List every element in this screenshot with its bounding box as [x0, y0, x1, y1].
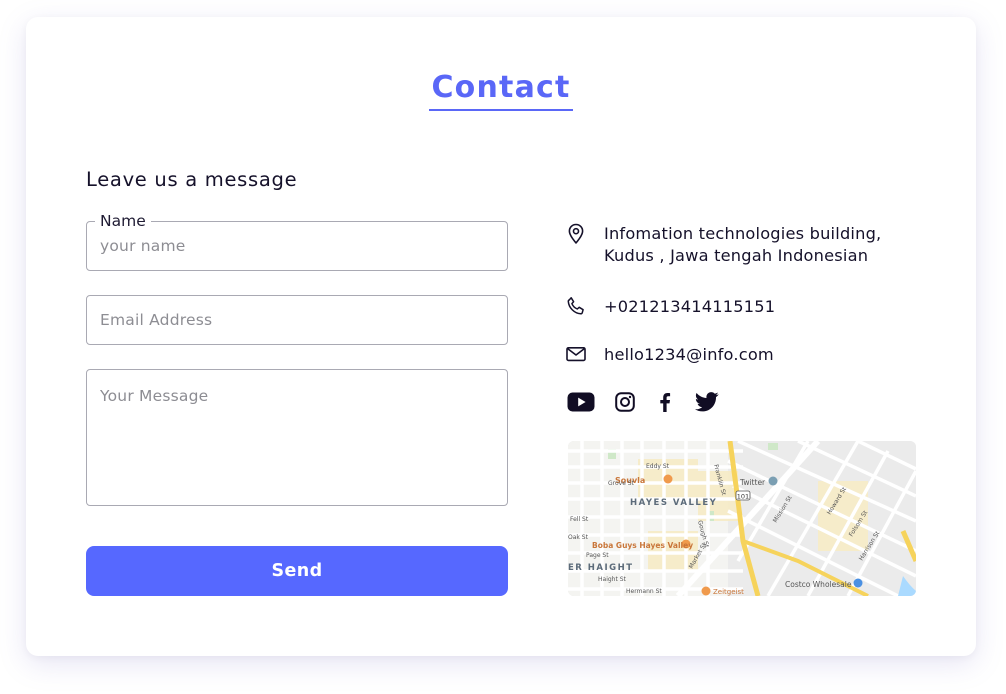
map-label-boba: Boba Guys Hayes Valley: [592, 541, 693, 550]
map-label-haight-st: Haight St: [598, 576, 627, 583]
map-label-twitter: Twitter: [739, 478, 766, 487]
location-map[interactable]: 101 Souvla HAYES VALLEY ER HAIGHT Boba G…: [568, 441, 916, 596]
address-line-1: Infomation technologies building,: [604, 224, 882, 243]
map-label-hermann: Hermann St: [626, 588, 662, 595]
map-label-grove: Grove St: [608, 480, 635, 487]
phone-icon: [566, 296, 586, 316]
map-label-oak: Oak St: [568, 534, 589, 541]
mail-icon: [566, 344, 586, 364]
youtube-icon[interactable]: [567, 392, 595, 412]
email-field: [86, 295, 508, 345]
address-text: Infomation technologies building, Kudus …: [604, 223, 881, 267]
map-label-eddy: Eddy St: [646, 463, 670, 470]
instagram-icon[interactable]: [615, 392, 635, 412]
map-label-zeitgeist: Zeitgeist: [713, 588, 744, 596]
twitter-icon[interactable]: [695, 392, 719, 412]
send-button[interactable]: Send: [86, 546, 508, 596]
map-label-haight: ER HAIGHT: [568, 563, 634, 573]
message-field: [86, 369, 508, 506]
map-label-fell: Fell St: [570, 516, 589, 523]
address-row: Infomation technologies building, Kudus …: [566, 223, 881, 267]
page-title: Contact: [429, 69, 573, 111]
map-label-page: Page St: [586, 552, 609, 559]
contact-card: Contact Leave us a message Name Send Inf…: [26, 17, 976, 656]
form-heading: Leave us a message: [86, 168, 298, 191]
phone-text[interactable]: +021213414115151: [604, 296, 775, 318]
name-label: Name: [95, 211, 151, 231]
email-text[interactable]: hello1234@info.com: [604, 344, 774, 366]
email-input[interactable]: [87, 296, 507, 344]
title-wrap: Contact: [26, 69, 976, 111]
social-links: [567, 392, 739, 412]
name-field: Name: [86, 211, 508, 271]
email-row: hello1234@info.com: [566, 344, 774, 366]
facebook-icon[interactable]: [659, 392, 671, 412]
address-line-2: Kudus , Jawa tengah Indonesian: [604, 246, 869, 265]
message-input[interactable]: [87, 370, 507, 505]
map-label-hayes-valley: HAYES VALLEY: [630, 498, 717, 508]
phone-row: +021213414115151: [566, 296, 775, 318]
map-label-costco: Costco Wholesale: [785, 580, 852, 589]
location-pin-icon: [566, 223, 586, 244]
map-highway-label: 101: [737, 493, 749, 501]
